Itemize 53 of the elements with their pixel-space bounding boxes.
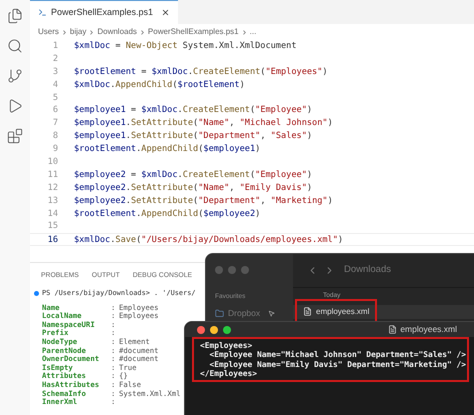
line-number: 4 <box>52 78 59 92</box>
files-icon[interactable] <box>7 8 23 24</box>
line-number: 11 <box>46 168 59 182</box>
editor-tab[interactable]: PowerShellExamples.ps1 <box>30 0 178 24</box>
code-line: $xmlDoc = New-Object System.Xml.XmlDocument <box>73 40 296 53</box>
code-line: $rootElement.AppendChild($employee1) <box>73 143 260 156</box>
line-number: 6 <box>52 104 59 118</box>
line-number: 16 <box>46 234 59 246</box>
chevron-icon <box>88 28 96 36</box>
code-line: $xmlDoc.AppendChild($rootElement) <box>73 78 245 92</box>
line-number: 7 <box>52 117 59 130</box>
window-title: employees.xml <box>400 323 457 336</box>
code-line: $employee1 = $xmlDoc.CreateElement("Employee") <box>73 104 312 118</box>
folder-icon <box>215 308 224 318</box>
search-icon[interactable] <box>7 38 23 54</box>
code-line: $employee2.SetAttribute("Department", "Marketing") <box>73 194 333 208</box>
code-line: $rootElement = $xmlDoc.CreateElement("Employees") <box>73 66 328 79</box>
branch-icon[interactable] <box>7 68 23 84</box>
run-icon[interactable] <box>7 98 23 114</box>
line-number: 14 <box>46 208 59 220</box>
chevron-icon <box>240 28 248 36</box>
line-number: 8 <box>52 130 59 144</box>
breadcrumb-item[interactable]: PowerShellExamples.ps1 <box>148 26 239 38</box>
line-number: 15 <box>46 220 59 234</box>
line-number: 12 <box>46 182 59 195</box>
line-number: 2 <box>52 52 59 66</box>
line-number: 9 <box>52 143 59 156</box>
powershell-icon <box>38 8 47 17</box>
close-icon[interactable] <box>161 8 170 17</box>
file-item[interactable]: employees.xml <box>297 300 376 323</box>
file-icon <box>388 325 398 334</box>
line-number: 3 <box>52 66 59 79</box>
chevron-icon <box>60 28 68 36</box>
extensions-icon[interactable] <box>7 128 23 144</box>
line-number: 10 <box>46 156 59 169</box>
chevron-icon <box>138 28 146 36</box>
finder-title: Downloads <box>344 263 391 278</box>
code-line: $employee1.SetAttribute("Department", "Sales") <box>73 130 312 144</box>
breadcrumb-item[interactable]: ... <box>250 26 256 38</box>
code-line: $rootElement.AppendChild($employee2) <box>73 208 260 220</box>
code-line: $employee2 = $xmlDoc.CreateElement("Employee") <box>73 168 312 182</box>
line-number: 5 <box>52 92 59 104</box>
breadcrumb-item[interactable]: Downloads <box>97 26 137 38</box>
code-line: $xmlDoc.Save("/Users/bijay/Downloads/employees.xml") <box>73 234 344 246</box>
code-line: $employee1.SetAttribute("Name", "Michael Johnson") <box>73 117 333 130</box>
code-line: $employee2.SetAttribute("Name", "Emily Davis") <box>73 182 312 195</box>
file-icon <box>303 307 312 316</box>
line-number: 13 <box>46 194 59 208</box>
breadcrumb-item[interactable]: Users <box>38 26 59 38</box>
line-number: 1 <box>52 40 59 53</box>
sidebar-item[interactable]: Dropbox <box>228 306 260 320</box>
breadcrumb-item[interactable]: bijay <box>70 26 86 38</box>
pointer-icon <box>268 310 276 317</box>
